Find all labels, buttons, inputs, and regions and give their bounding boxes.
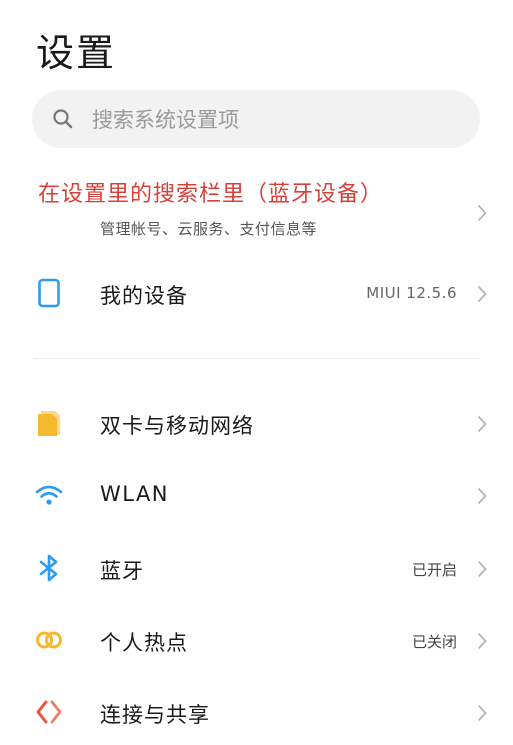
- connection-share-label: 连接与共享: [100, 703, 210, 727]
- hotspot-label: 个人热点: [100, 631, 188, 655]
- bluetooth-icon: [34, 553, 64, 583]
- bluetooth-label: 蓝牙: [100, 559, 144, 583]
- my-device-label: 我的设备: [100, 284, 188, 308]
- chevron-right-icon: [477, 487, 487, 505]
- sim-network-row[interactable]: 双卡与移动网络: [0, 392, 513, 456]
- wlan-label: WLAN: [100, 482, 170, 506]
- search-icon: [53, 109, 73, 129]
- connection-share-row[interactable]: 连接与共享: [0, 681, 513, 745]
- my-device-row[interactable]: 我的设备 MIUI 12.5.6: [0, 262, 513, 326]
- hotspot-row[interactable]: 个人热点 已关闭: [0, 609, 513, 673]
- chevron-right-icon: [477, 415, 487, 433]
- search-input[interactable]: 搜索系统设置项: [92, 104, 239, 134]
- account-subtitle: 管理帐号、云服务、支付信息等: [100, 220, 318, 238]
- divider: [34, 358, 480, 359]
- chevron-right-icon: [477, 560, 487, 578]
- connection-share-icon: [34, 697, 64, 727]
- hotspot-icon: [34, 625, 64, 655]
- wlan-row[interactable]: WLAN: [0, 464, 513, 528]
- sim-network-label: 双卡与移动网络: [100, 414, 254, 438]
- chevron-right-icon: [477, 204, 487, 222]
- chevron-right-icon: [477, 285, 487, 303]
- chevron-right-icon: [477, 632, 487, 650]
- bluetooth-row[interactable]: 蓝牙 已开启: [0, 537, 513, 601]
- sim-card-icon: [34, 408, 64, 438]
- bluetooth-status: 已开启: [411, 561, 457, 579]
- page-title: 设置: [36, 31, 117, 75]
- my-device-version: MIUI 12.5.6: [366, 284, 457, 302]
- annotation-text: 在设置里的搜索栏里（蓝牙设备）: [38, 182, 384, 207]
- chevron-right-icon: [477, 704, 487, 722]
- search-bar[interactable]: 搜索系统设置项: [32, 90, 480, 148]
- phone-icon: [34, 278, 64, 308]
- wifi-icon: [34, 480, 64, 510]
- hotspot-status: 已关闭: [411, 633, 457, 651]
